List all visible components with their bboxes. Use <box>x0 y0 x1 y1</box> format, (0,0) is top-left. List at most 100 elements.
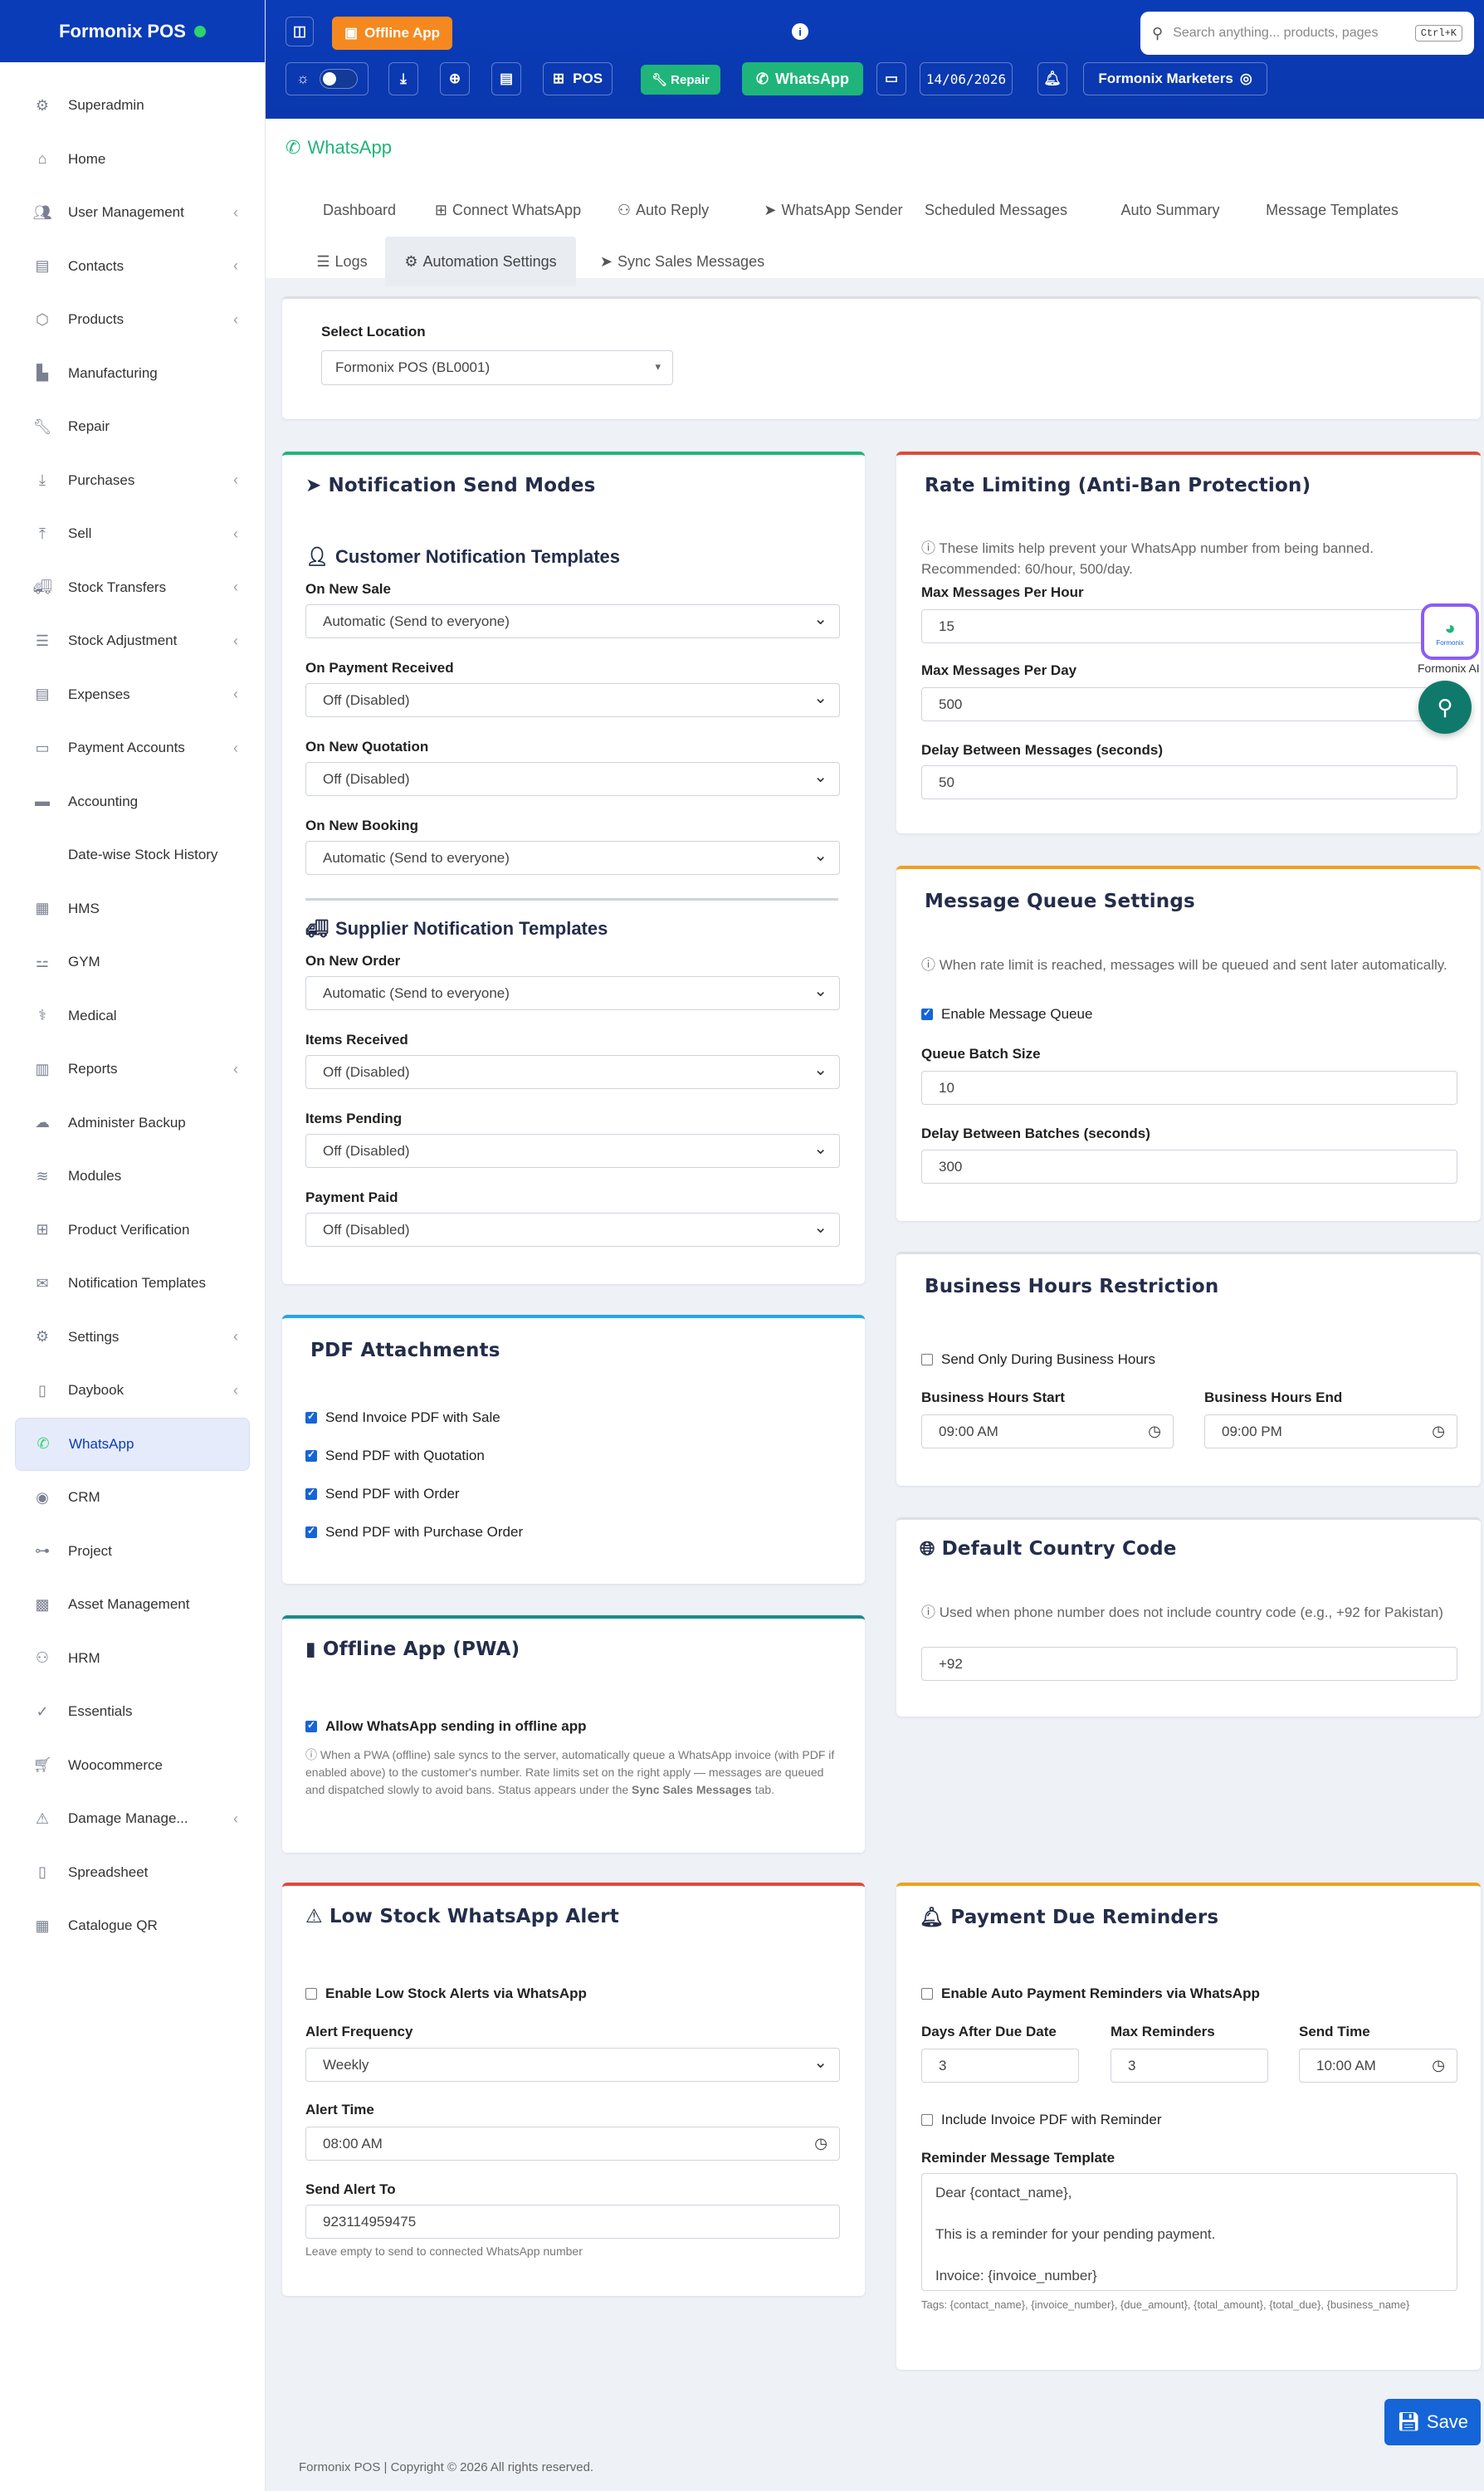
sidebar-toggle-button[interactable]: ◫ <box>286 17 314 46</box>
business-hours-checkbox[interactable]: Send Only During Business Hours <box>921 1351 1155 1368</box>
clock-icon[interactable]: ◷ <box>1432 1423 1445 1440</box>
pwa-sending-checkbox[interactable]: Allow WhatsApp sending in offline app <box>305 1718 586 1735</box>
tab-logs[interactable]: ☰ Logs <box>307 237 377 286</box>
sidebar-item-sell[interactable]: ⤒ Sell ‹ <box>0 507 265 561</box>
offline-app-button[interactable]: ▣ Offline App <box>332 17 453 50</box>
user-menu-button[interactable]: Formonix Marketers ◎ <box>1083 62 1267 95</box>
sidebar-item-hms[interactable]: ▦ HMS <box>0 882 265 936</box>
mode-select[interactable]: Off (Disabled) <box>305 1213 840 1247</box>
max-per-hour-input[interactable]: 15 <box>921 609 1457 643</box>
sidebar-item-woocommerce[interactable]: 🛒︎ Woocommerce <box>0 1739 265 1793</box>
alert-time-input[interactable]: 08:00 AM ◷ <box>305 2127 840 2161</box>
sidebar-item-reports[interactable]: ▥ Reports ‹ <box>0 1043 265 1097</box>
sidebar-item-settings[interactable]: ⚙ Settings ‹ <box>0 1311 265 1365</box>
sidebar-item-superadmin[interactable]: ⚙ Superadmin <box>0 79 265 133</box>
queue-batch-input[interactable]: 10 <box>921 1071 1457 1105</box>
notifications-button[interactable]: 🔔︎ <box>1037 62 1067 95</box>
sidebar-item-modules[interactable]: ≋ Modules <box>0 1150 265 1204</box>
sidebar-item-contacts[interactable]: ▤ Contacts ‹ <box>0 240 265 294</box>
low-stock-checkbox[interactable]: Enable Low Stock Alerts via WhatsApp <box>305 1985 587 2002</box>
include-pdf-checkbox[interactable]: Include Invoice PDF with Reminder <box>921 2112 1162 2128</box>
low-stock-box[interactable] <box>305 1988 317 2000</box>
sidebar-item-medical[interactable]: ⚕ Medical <box>0 989 265 1043</box>
sidebar-item-user-management[interactable]: 👥︎ User Management ‹ <box>0 186 265 240</box>
sidebar-item-asset-management[interactable]: ▩ Asset Management <box>0 1578 265 1632</box>
sidebar-item-manufacturing[interactable]: ▙ Manufacturing <box>0 347 265 401</box>
sidebar-item-essentials[interactable]: ✓ Essentials <box>0 1685 265 1739</box>
download-button[interactable]: ⤓ <box>388 62 418 95</box>
pos-button[interactable]: ⊞ POS <box>543 62 613 95</box>
theme-toggle[interactable]: ☼ <box>286 62 369 95</box>
theme-switch[interactable] <box>319 69 358 89</box>
sidebar-item-home[interactable]: ⌂ Home <box>0 133 265 187</box>
sidebar-item-stock-adjustment[interactable]: ☰ Stock Adjustment ‹ <box>0 614 265 668</box>
send-time-input[interactable]: 10:00 AM ◷ <box>1299 2049 1457 2083</box>
clock-icon[interactable]: ◷ <box>1148 1423 1161 1440</box>
sidebar-item-project[interactable]: ⊶ Project <box>0 1525 265 1579</box>
search-box[interactable]: ⚲ Search anything... products, pages Ctr… <box>1140 12 1474 55</box>
tab-auto-summary[interactable]: Auto Summary <box>1107 185 1233 235</box>
search-input[interactable]: Search anything... products, pages <box>1173 26 1397 41</box>
search-fab[interactable]: ⚲ <box>1418 681 1472 734</box>
tab-message-templates[interactable]: Message Templates <box>1245 185 1419 235</box>
tab-sync-sales-messages[interactable]: ➤ Sync Sales Messages <box>584 237 780 286</box>
sidebar-item-administer-backup[interactable]: ☁ Administer Backup <box>0 1097 265 1150</box>
sidebar-item-hrm[interactable]: ⚇ HRM <box>0 1632 265 1686</box>
max-per-day-input[interactable]: 500 <box>921 687 1457 721</box>
auto-reminders-box[interactable] <box>921 1988 933 2000</box>
alert-frequency-select[interactable]: Weekly <box>305 2048 840 2082</box>
sidebar-item-stock-transfers[interactable]: 🚚︎ Stock Transfers ‹ <box>0 561 265 615</box>
sidebar-item-whatsapp[interactable]: ✆ WhatsApp <box>15 1417 250 1471</box>
clock-icon[interactable]: ◷ <box>1432 2057 1445 2074</box>
sidebar-item-crm[interactable]: ◉ CRM <box>0 1471 265 1525</box>
pdf-checkbox[interactable]: Send PDF with Order <box>305 1486 460 1502</box>
sidebar-item-damage-manage[interactable]: ⚠ Damage Manage... ‹ <box>0 1792 265 1846</box>
sidebar-item-payment-accounts[interactable]: ▭ Payment Accounts ‹ <box>0 721 265 775</box>
whatsapp-button[interactable]: ✆ WhatsApp <box>742 62 863 95</box>
hours-start-input[interactable]: 09:00 AM ◷ <box>921 1414 1174 1448</box>
business-hours-box[interactable] <box>921 1354 933 1365</box>
add-button[interactable]: ⊕ <box>440 62 470 95</box>
info-icon[interactable]: i <box>792 23 808 40</box>
pdf-checkbox-box[interactable] <box>305 1448 317 1462</box>
cash-button[interactable]: ▭ <box>876 62 906 95</box>
send-alert-to-input[interactable]: 923114959475 <box>305 2205 840 2239</box>
delay-between-batches-input[interactable]: 300 <box>921 1150 1457 1184</box>
pdf-checkbox[interactable]: Send Invoice PDF with Sale <box>305 1409 500 1426</box>
include-pdf-box[interactable] <box>921 2114 933 2126</box>
tab-automation-settings[interactable]: ⚙ Automation Settings <box>385 237 576 286</box>
mode-select[interactable]: Off (Disabled) <box>305 762 840 796</box>
pdf-checkbox[interactable]: Send PDF with Purchase Order <box>305 1524 523 1541</box>
sidebar-item-product-verification[interactable]: ⊞ Product Verification <box>0 1204 265 1258</box>
mode-select[interactable]: Automatic (Send to everyone) <box>305 604 840 638</box>
sidebar-item-catalogue-qr[interactable]: ▦ Catalogue QR <box>0 1899 265 1953</box>
mode-select[interactable]: Off (Disabled) <box>305 1134 840 1168</box>
tab-scheduled-messages[interactable]: Scheduled Messages <box>921 185 1071 235</box>
tab-auto-reply[interactable]: ⚇ Auto Reply <box>609 185 717 235</box>
clock-icon[interactable]: ◷ <box>814 2135 827 2152</box>
brand[interactable]: Formonix POS <box>0 0 265 62</box>
repair-button[interactable]: 🔧︎ Repair <box>641 65 720 95</box>
calculator-button[interactable]: ▤ <box>491 62 521 95</box>
max-reminders-input[interactable]: 3 <box>1111 2049 1268 2083</box>
tab-whatsapp-sender[interactable]: ➤ WhatsApp Sender <box>762 185 905 235</box>
tab-connect-whatsapp[interactable]: ⊞ Connect WhatsApp <box>423 185 593 235</box>
pdf-checkbox-box[interactable] <box>305 1487 317 1500</box>
sidebar-item-products[interactable]: ⬡ Products ‹ <box>0 293 265 347</box>
enable-queue-checkbox[interactable]: Enable Message Queue <box>921 1006 1092 1023</box>
pdf-checkbox-box[interactable] <box>305 1525 317 1538</box>
sidebar-item-gym[interactable]: ⚍ GYM <box>0 935 265 989</box>
pwa-sending-box[interactable] <box>305 1719 317 1732</box>
hours-end-input[interactable]: 09:00 PM ◷ <box>1204 1414 1457 1448</box>
location-select[interactable]: Formonix POS (BL0001) <box>321 350 673 385</box>
enable-queue-box[interactable] <box>921 1007 933 1020</box>
days-after-due-input[interactable]: 3 <box>921 2049 1079 2083</box>
delay-between-messages-input[interactable]: 50 <box>921 765 1457 799</box>
mode-select[interactable]: Off (Disabled) <box>305 1055 840 1089</box>
sidebar-item-accounting[interactable]: ▬ Accounting <box>0 775 265 829</box>
sidebar-item-notification-templates[interactable]: ✉ Notification Templates <box>0 1257 265 1311</box>
formonix-ai-button[interactable]: ◕ Formonix <box>1421 603 1479 660</box>
auto-reminders-checkbox[interactable]: Enable Auto Payment Reminders via WhatsA… <box>921 1985 1260 2002</box>
mode-select[interactable]: Automatic (Send to everyone) <box>305 841 840 875</box>
sidebar-item-daybook[interactable]: ▯ Daybook ‹ <box>0 1364 265 1418</box>
